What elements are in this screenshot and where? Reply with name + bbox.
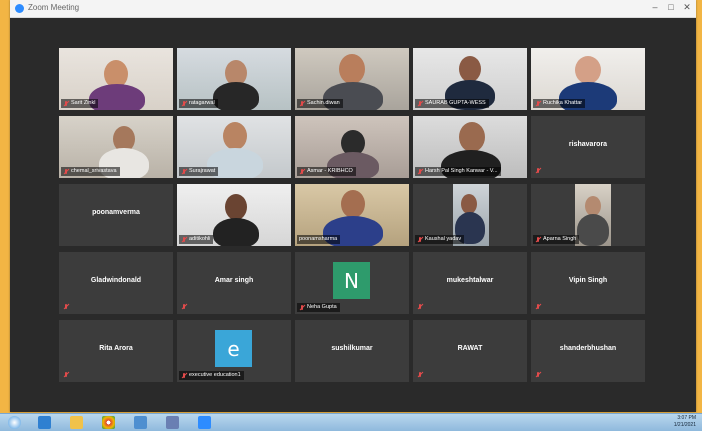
participant-name: Vipin Singh (568, 277, 608, 284)
maximize-icon[interactable]: □ (664, 2, 678, 12)
participant-name-tag: Asmar - KRIBHCO (297, 167, 356, 176)
muted-mic-icon (417, 100, 423, 107)
participant-tile[interactable]: rishavarora (531, 116, 645, 178)
participant-name-tag: Kaushal yadav (415, 235, 465, 244)
muted-mic-icon (417, 236, 423, 243)
muted-mic-icon (535, 372, 541, 378)
participant-tile[interactable]: sushilkumar (295, 320, 409, 382)
participant-name: poonamverma (92, 209, 140, 216)
participant-name-tag: Surajrawat (179, 167, 219, 176)
participant-tile[interactable]: Surajrawat (177, 116, 291, 178)
participant-tile[interactable]: Vipin Singh (531, 252, 645, 314)
participant-name: rishavarora (568, 141, 608, 148)
system-tray: 3:07 PM 1/21/2021 (674, 415, 696, 429)
participant-name-tag: Neha Gupta (297, 303, 340, 312)
muted-mic-icon (417, 304, 423, 310)
participant-tile[interactable]: Sachin.diwan (295, 48, 409, 110)
participant-tile[interactable]: shanderbhushan (531, 320, 645, 382)
participant-tile[interactable]: ratagarwal (177, 48, 291, 110)
internet-explorer-icon[interactable] (38, 416, 51, 429)
participant-tile[interactable]: aditikohli (177, 184, 291, 246)
participant-tile[interactable]: Ruchika Khattar (531, 48, 645, 110)
participant-tile[interactable]: poonamverma (59, 184, 173, 246)
muted-mic-icon (181, 372, 187, 379)
close-icon[interactable]: ✕ (680, 2, 694, 13)
zoom-app-icon (15, 4, 24, 13)
participant-tile[interactable]: Rita Arora (59, 320, 173, 382)
muted-mic-icon (63, 372, 69, 378)
participant-tile[interactable]: SAURAB GUPTA-WESS (413, 48, 527, 110)
muted-mic-icon (63, 100, 69, 107)
participant-name-tag: Harsh Pal Singh Kanwar - V... (415, 167, 501, 176)
minimize-icon[interactable]: – (648, 2, 662, 12)
participant-name-tag: poonamsharma (297, 235, 341, 244)
participant-name-tag: aditikohli (179, 235, 214, 244)
participant-name-tag: SAURAB GUPTA-WESS (415, 99, 489, 108)
participant-tile[interactable]: Aparna Singh (531, 184, 645, 246)
participant-name: RAWAT (457, 345, 483, 352)
muted-mic-icon (535, 168, 541, 174)
muted-mic-icon (181, 236, 187, 243)
participant-name: Amar singh (214, 277, 254, 284)
avatar: N (333, 262, 370, 299)
muted-mic-icon (63, 304, 69, 310)
muted-mic-icon (181, 168, 187, 175)
chrome-icon[interactable] (102, 416, 115, 429)
muted-mic-icon (63, 168, 69, 175)
muted-mic-icon (299, 100, 305, 107)
window-title: Zoom Meeting (28, 3, 80, 12)
muted-mic-icon (181, 100, 187, 107)
participant-tile[interactable]: mukeshtalwar (413, 252, 527, 314)
app-icon[interactable] (166, 416, 179, 429)
muted-mic-icon (535, 236, 541, 243)
muted-mic-icon (417, 372, 423, 378)
muted-mic-icon (299, 304, 305, 311)
participant-name-tag: chemal_srivastava (61, 167, 120, 176)
participant-tile[interactable]: Kaushal yadav (413, 184, 527, 246)
participant-tile[interactable]: Amar singh (177, 252, 291, 314)
participant-tile[interactable]: Harsh Pal Singh Kanwar - V... (413, 116, 527, 178)
participant-name-tag: ratagarwal (179, 99, 218, 108)
windows-taskbar: 3:07 PM 1/21/2021 (0, 413, 702, 431)
participant-name: sushilkumar (331, 345, 373, 352)
muted-mic-icon (535, 100, 541, 107)
participant-name-tag: Aparna Singh (533, 235, 580, 244)
participant-tile[interactable]: Sarit Zinkl (59, 48, 173, 110)
title-bar: Zoom Meeting – □ ✕ (10, 0, 696, 18)
participant-tile-active-speaker[interactable]: poonamsharma (295, 184, 409, 246)
participant-name: Gladwindonald (90, 277, 142, 284)
participant-tile[interactable]: chemal_srivastava (59, 116, 173, 178)
muted-mic-icon (417, 168, 423, 175)
participant-tile[interactable]: e executive education1 (177, 320, 291, 382)
participant-tile[interactable]: Gladwindonald (59, 252, 173, 314)
participant-name: Rita Arora (99, 345, 133, 352)
media-player-icon[interactable] (134, 416, 147, 429)
participant-name: shanderbhushan (559, 345, 617, 352)
participant-name-tag: Ruchika Khattar (533, 99, 586, 108)
participant-name-tag: Sachin.diwan (297, 99, 343, 108)
muted-mic-icon (181, 304, 187, 310)
zoom-taskbar-icon[interactable] (198, 416, 211, 429)
muted-mic-icon (299, 168, 305, 175)
avatar: e (215, 330, 252, 367)
muted-mic-icon (535, 304, 541, 310)
clock-time: 3:07 PM (677, 415, 696, 421)
participant-name: mukeshtalwar (446, 277, 494, 284)
participant-name-tag: Sarit Zinkl (61, 99, 99, 108)
participant-name-tag: executive education1 (179, 371, 244, 380)
start-button-icon[interactable] (8, 416, 21, 429)
clock-date: 1/21/2021 (673, 422, 696, 428)
file-explorer-icon[interactable] (70, 416, 83, 429)
participant-tile[interactable]: Asmar - KRIBHCO (295, 116, 409, 178)
zoom-window: Zoom Meeting – □ ✕ Sarit Zinkl ratagarwa… (10, 0, 696, 412)
participant-tile[interactable]: N Neha Gupta (295, 252, 409, 314)
participant-tile[interactable]: RAWAT (413, 320, 527, 382)
